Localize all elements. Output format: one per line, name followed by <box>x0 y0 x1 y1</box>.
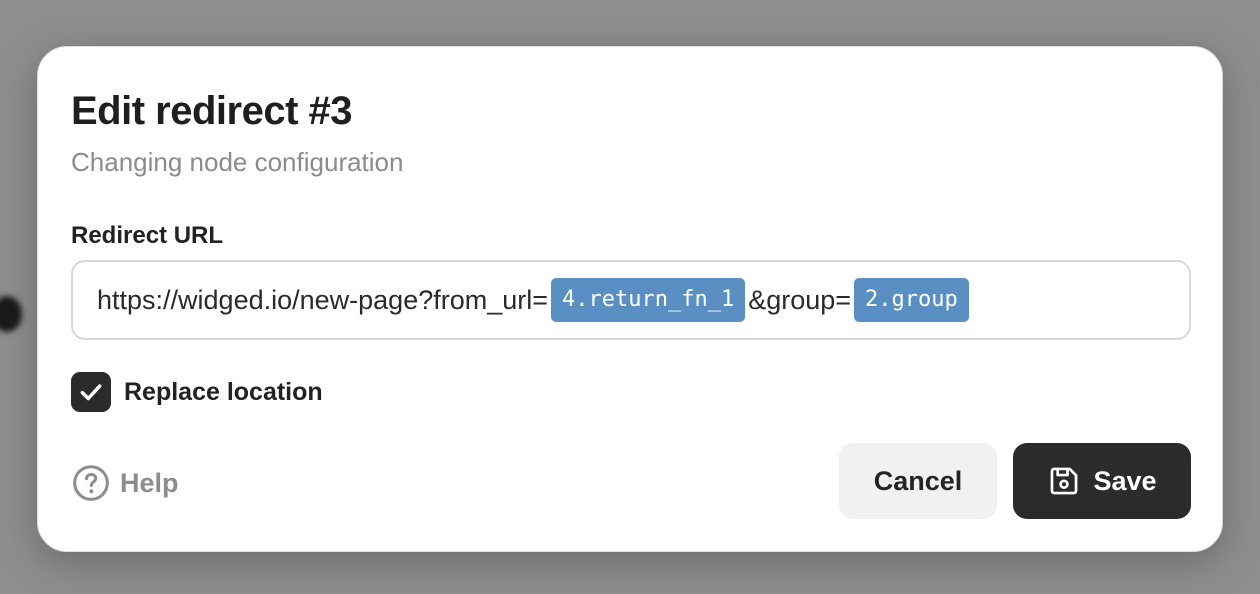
redirect-url-input[interactable]: https://widged.io/new-page?from_url= 4.r… <box>71 260 1191 340</box>
question-circle-icon <box>73 465 109 501</box>
replace-location-label: Replace location <box>124 377 323 406</box>
floppy-disk-icon <box>1051 467 1078 495</box>
dialog-subtitle: Changing node configuration <box>71 147 404 177</box>
cancel-button[interactable]: Cancel <box>839 443 997 519</box>
url-text-base: https://widged.io/new-page?from_url= <box>97 284 549 315</box>
url-variable-token-return-fn[interactable]: 4.return_fn_1 <box>551 278 746 322</box>
edit-redirect-dialog: Edit redirect #3 Changing node configura… <box>37 46 1223 552</box>
replace-location-toggle[interactable]: Replace location <box>71 372 323 412</box>
save-button[interactable]: Save <box>1013 443 1191 519</box>
redirect-url-label: Redirect URL <box>71 222 224 249</box>
url-text-group-param: &group= <box>748 284 852 315</box>
save-button-label: Save <box>1093 465 1157 496</box>
replace-location-checkbox[interactable] <box>71 372 111 412</box>
checkmark-icon <box>80 384 102 401</box>
help-label: Help <box>120 467 179 498</box>
url-variable-token-group[interactable]: 2.group <box>854 278 969 322</box>
help-link[interactable]: Help <box>72 464 179 502</box>
dialog-title: Edit redirect #3 <box>71 89 353 133</box>
backdrop-dot <box>0 296 22 332</box>
cancel-button-label: Cancel <box>873 465 963 496</box>
